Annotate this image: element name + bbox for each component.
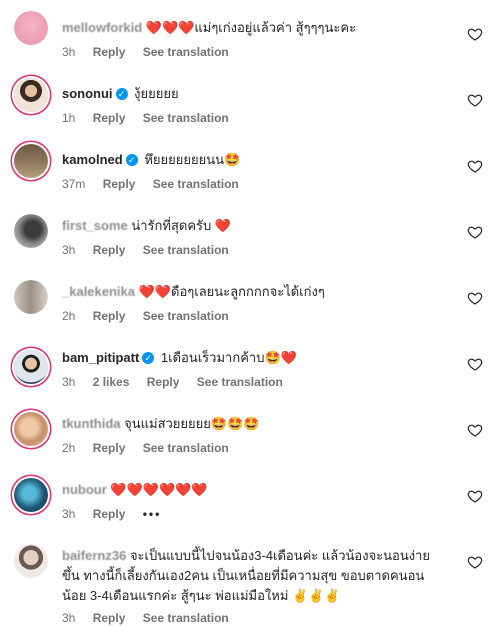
timestamp[interactable]: 3h [62, 611, 75, 625]
username[interactable]: tkunthida [62, 416, 121, 431]
username[interactable]: first_some [62, 218, 128, 233]
like-heart-icon[interactable] [467, 158, 483, 174]
timestamp[interactable]: 2h [62, 441, 75, 455]
comment-text: ❤️❤️ดือๆเลยนะลูกกกกจะได้เก่งๆ [138, 284, 325, 299]
like-heart-icon[interactable] [467, 356, 483, 372]
see-translation-button[interactable]: See translation [143, 45, 229, 59]
likes-count[interactable]: 2 likes [93, 375, 130, 389]
comment-text: จุนแม่สวยยยยย🤩🤩🤩 [124, 416, 260, 431]
username[interactable]: nubour [62, 482, 107, 497]
reply-button[interactable]: Reply [93, 441, 126, 455]
timestamp[interactable]: 3h [62, 507, 75, 521]
comment-meta: 3h Reply See translation [62, 45, 243, 59]
username[interactable]: sononui [62, 86, 113, 101]
comment-meta: 2h Reply See translation [62, 441, 243, 455]
username[interactable]: mellowforkid [62, 20, 142, 35]
see-translation-button[interactable]: See translation [143, 111, 229, 125]
like-heart-icon[interactable] [467, 92, 483, 108]
reply-button[interactable]: Reply [93, 507, 126, 521]
like-heart-icon[interactable] [467, 422, 483, 438]
reply-button[interactable]: Reply [93, 243, 126, 257]
username[interactable]: kamolned [62, 152, 123, 167]
timestamp[interactable]: 3h [62, 243, 75, 257]
reply-button[interactable]: Reply [93, 111, 126, 125]
comment-line: nubour ❤️❤️❤️❤️❤️❤️ [62, 481, 455, 499]
reply-button[interactable]: Reply [93, 611, 126, 625]
comment-meta: 1h Reply See translation [62, 111, 243, 125]
see-translation-button[interactable]: See translation [143, 243, 229, 257]
see-translation-button[interactable]: See translation [143, 611, 229, 625]
reply-button[interactable]: Reply [147, 375, 180, 389]
reply-button[interactable]: Reply [103, 177, 136, 191]
comment-line: sononui ✓ งุ้ยยยยย [62, 85, 455, 103]
avatar[interactable] [14, 78, 48, 112]
verified-badge-icon: ✓ [125, 154, 138, 166]
like-heart-icon[interactable] [467, 488, 483, 504]
reply-button[interactable]: Reply [93, 309, 126, 323]
verified-badge-icon: ✓ [115, 88, 128, 100]
timestamp[interactable]: 3h [62, 45, 75, 59]
comment-text: น่ารักที่สุดครับ ❤️ [131, 218, 232, 233]
comment-meta: 3h 2 likes Reply See translation [62, 375, 297, 389]
timestamp[interactable]: 1h [62, 111, 75, 125]
username[interactable]: _kalekenika [62, 284, 135, 299]
comment-line: kamolned ✓ หึยยยยยยยนน🤩 [62, 151, 455, 169]
timestamp[interactable]: 37m [62, 177, 85, 191]
comment-line: mellowforkid ❤️❤️❤️แม่ๆเก่งอยู่แล้วค่า ส… [62, 19, 455, 37]
comment-line: bam_pitipatt ✓ 1เดือนเร็วมากค้าบ🤩❤️ [62, 349, 455, 367]
username[interactable]: bam_pitipatt [62, 350, 139, 365]
avatar[interactable] [14, 144, 48, 178]
timestamp[interactable]: 2h [62, 309, 75, 323]
comment-line: _kalekenika ❤️❤️ดือๆเลยนะลูกกกกจะได้เก่ง… [62, 283, 455, 301]
username[interactable]: baifernz36 [62, 548, 126, 563]
comment-text: งุ้ยยยยย [134, 86, 179, 101]
see-translation-button[interactable]: See translation [197, 375, 283, 389]
avatar[interactable] [14, 412, 48, 446]
comment-meta: 3h Reply See translation [62, 611, 243, 625]
reply-button[interactable]: Reply [93, 45, 126, 59]
like-heart-icon[interactable] [467, 224, 483, 240]
avatar[interactable] [14, 11, 48, 45]
comment-line: first_some น่ารักที่สุดครับ ❤️ [62, 217, 455, 235]
comment-meta: 2h Reply See translation [62, 309, 243, 323]
like-heart-icon[interactable] [467, 554, 483, 570]
see-translation-button[interactable]: See translation [143, 309, 229, 323]
comment-line: baifernz36 จะเป็นแบบนี้ไปจนน้อง3-4เดือนค… [62, 546, 447, 606]
avatar[interactable] [14, 350, 48, 384]
comment-meta: 37m Reply See translation [62, 177, 253, 191]
avatar[interactable] [14, 544, 48, 578]
comment-text: 1เดือนเร็วมากค้าบ🤩❤️ [160, 350, 297, 365]
comment-text: ❤️❤️❤️แม่ๆเก่งอยู่แล้วค่า สู้ๆๆๆนะคะ [145, 20, 357, 35]
comment-line: tkunthida จุนแม่สวยยยยย🤩🤩🤩 [62, 415, 455, 433]
comment-meta: 3h Reply See translation [62, 243, 243, 257]
timestamp[interactable]: 3h [62, 375, 75, 389]
avatar[interactable] [14, 214, 48, 248]
comment-meta: 3h Reply ••• [62, 507, 175, 521]
avatar[interactable] [14, 280, 48, 314]
see-translation-button[interactable]: See translation [153, 177, 239, 191]
like-heart-icon[interactable] [467, 26, 483, 42]
verified-badge-icon: ✓ [142, 352, 155, 364]
see-translation-button[interactable]: See translation [143, 441, 229, 455]
comment-text: หึยยยยยยยนน🤩 [144, 152, 241, 167]
comment-text: ❤️❤️❤️❤️❤️❤️ [110, 482, 208, 497]
like-heart-icon[interactable] [467, 290, 483, 306]
more-options-icon[interactable]: ••• [143, 507, 162, 521]
avatar[interactable] [14, 478, 48, 512]
